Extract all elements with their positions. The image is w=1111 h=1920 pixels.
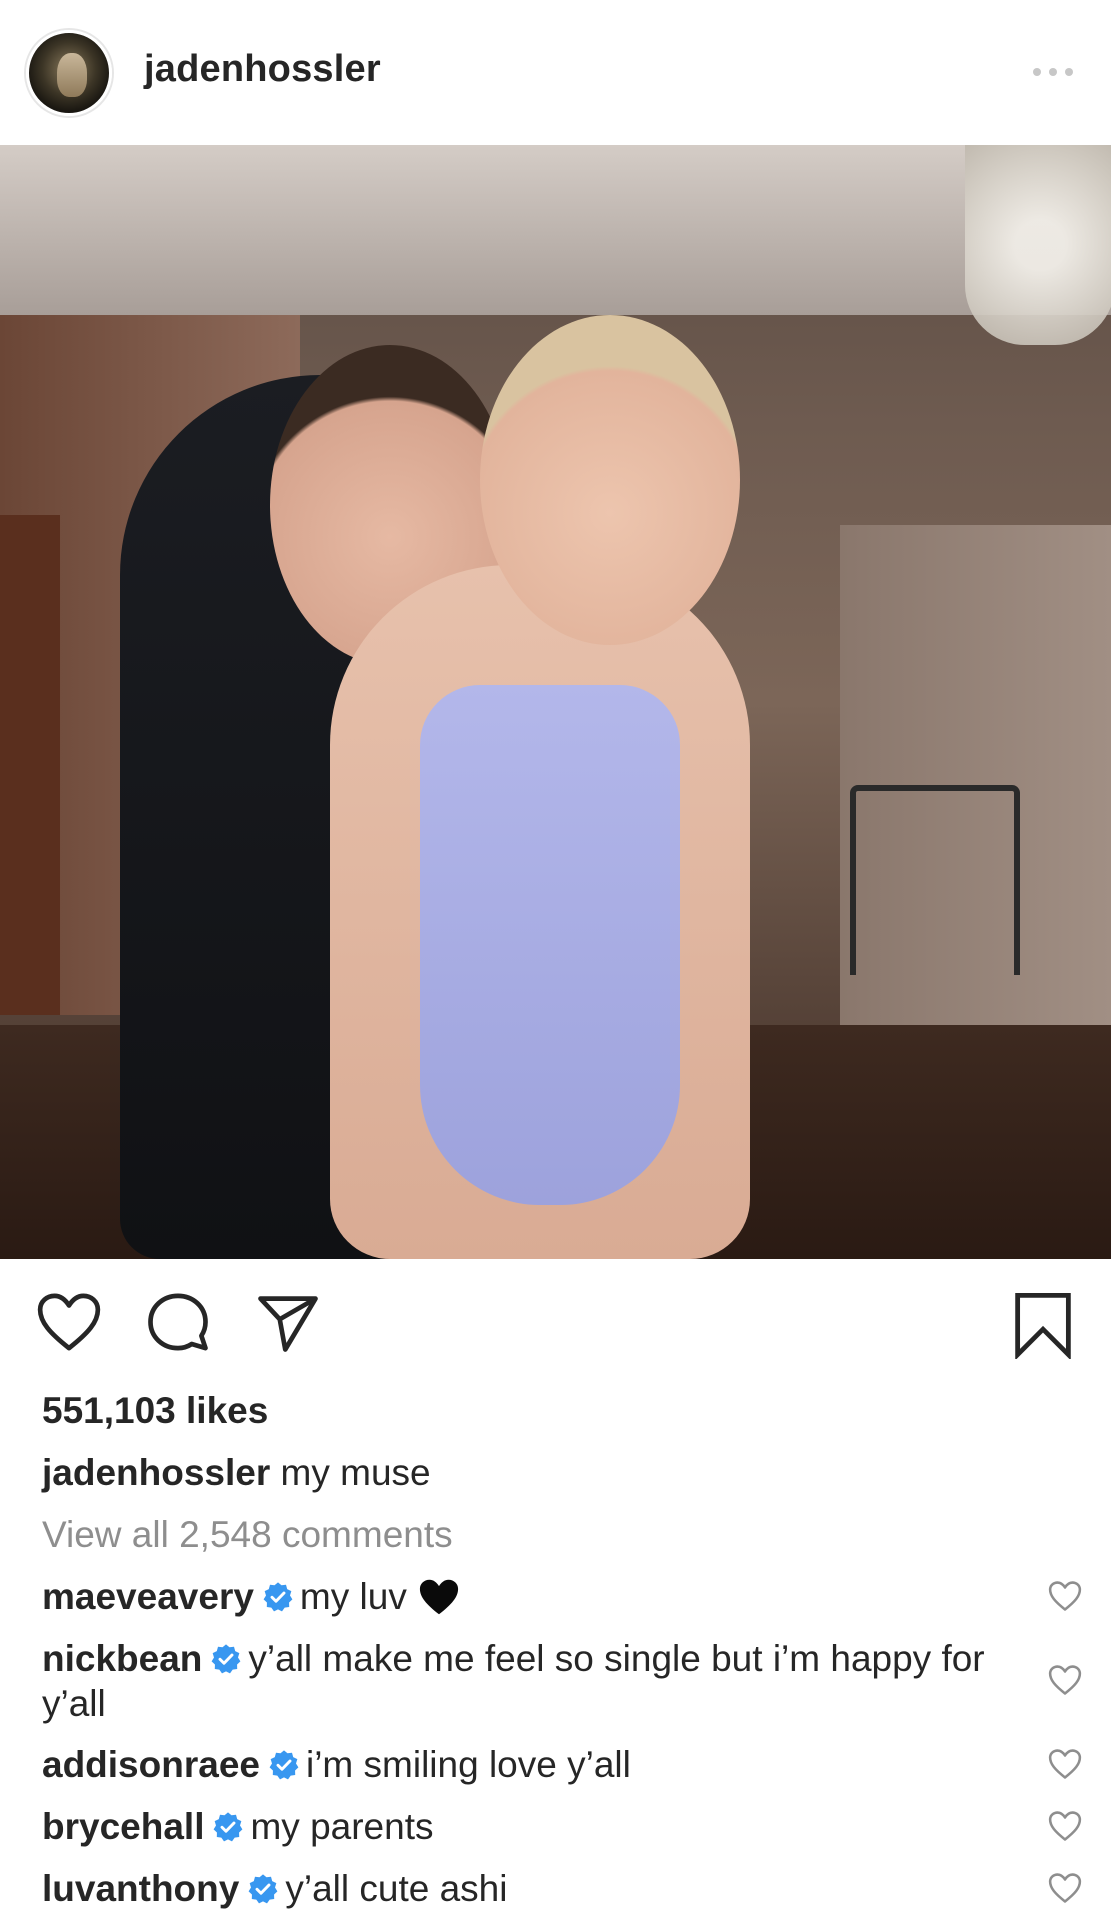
verified-badge-icon: [263, 1582, 293, 1612]
verified-badge-icon: [214, 1812, 243, 1842]
more-dot: [1033, 68, 1041, 76]
comment-username[interactable]: brycehall: [42, 1806, 204, 1847]
avatar-face: [57, 53, 87, 97]
heart-outline-small-icon[interactable]: [1048, 1810, 1082, 1842]
heart-outline-icon[interactable]: [36, 1291, 102, 1353]
heart-outline-small-icon[interactable]: [1048, 1748, 1082, 1780]
comment-row: luvanthony y’all cute ashi: [42, 1866, 992, 1911]
post-photo[interactable]: [0, 145, 1111, 1259]
comment-username[interactable]: luvanthony: [42, 1868, 239, 1909]
heart-outline-small-icon[interactable]: [1048, 1664, 1082, 1696]
comment-username[interactable]: addisonraee: [42, 1744, 260, 1785]
view-all-comments-link[interactable]: View all 2,548 comments: [42, 1514, 453, 1556]
heart-outline-small-icon[interactable]: [1048, 1872, 1082, 1904]
photo-ceiling: [0, 145, 1111, 315]
verified-badge-icon: [248, 1874, 278, 1904]
likes-count[interactable]: 551,103 likes: [42, 1390, 268, 1432]
comment-text: i’m smiling love y’all: [305, 1744, 631, 1785]
more-options-icon[interactable]: [1030, 62, 1076, 82]
post-header: jadenhossler: [0, 0, 1111, 145]
photo-door: [0, 515, 60, 1015]
comment-text: y’all cute ashi: [285, 1868, 508, 1909]
black-heart-icon: [419, 1579, 458, 1615]
comment-text: my parents: [250, 1806, 434, 1847]
avatar[interactable]: [26, 30, 112, 116]
caption-username[interactable]: jadenhossler: [42, 1452, 270, 1493]
comment-row: addisonraee i’m smiling love y’all: [42, 1742, 992, 1787]
more-dot: [1049, 68, 1057, 76]
comment-username[interactable]: maeveavery: [42, 1576, 254, 1617]
comment-row: maeveavery my luv: [42, 1574, 992, 1619]
photo-swimsuit: [420, 685, 680, 1205]
paper-plane-icon[interactable]: [255, 1289, 321, 1355]
comment-bubble-icon[interactable]: [145, 1289, 211, 1355]
verified-badge-icon: [212, 1644, 241, 1674]
comment-username[interactable]: nickbean: [42, 1638, 202, 1679]
post-caption: jadenhossler my muse: [42, 1452, 431, 1494]
action-bar: [0, 1259, 1111, 1389]
verified-badge-icon: [269, 1750, 299, 1780]
post-username[interactable]: jadenhossler: [144, 48, 381, 91]
comment-row: nickbean y’all make me feel so single but…: [42, 1636, 992, 1726]
photo-head-right: [480, 315, 740, 645]
photo-chandelier: [965, 145, 1111, 345]
photo-bed-frame: [850, 785, 1020, 975]
caption-text: my muse: [280, 1452, 431, 1493]
bookmark-icon[interactable]: [1012, 1291, 1074, 1359]
more-dot: [1065, 68, 1073, 76]
comment-row: brycehall my parents: [42, 1804, 992, 1849]
comment-text: my luv: [299, 1576, 407, 1617]
heart-outline-small-icon[interactable]: [1048, 1580, 1082, 1612]
